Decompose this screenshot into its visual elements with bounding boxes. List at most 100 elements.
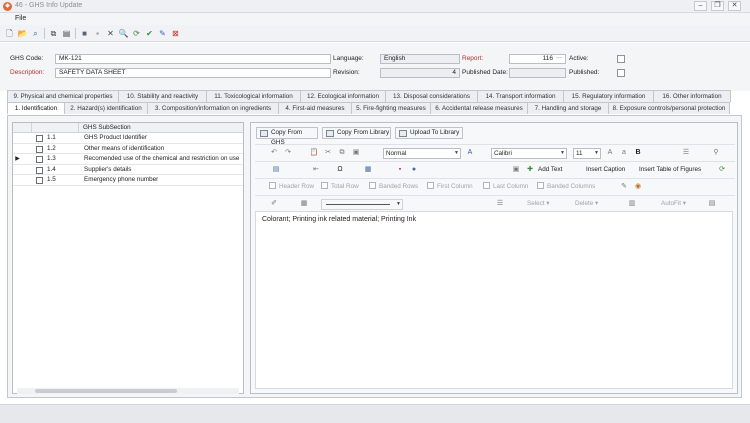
bookmark-icon[interactable]: ▣: [511, 164, 521, 176]
language-field[interactable]: English: [380, 54, 460, 64]
tab-accidental-release[interactable]: 6. Accidental release measures: [430, 102, 528, 114]
tab-exposure-controls[interactable]: 8. Exposure controls/personal protection: [608, 102, 730, 114]
shrink-font-icon[interactable]: a: [619, 147, 629, 159]
total-row-option[interactable]: Total Row: [321, 181, 359, 193]
tab-identification[interactable]: 1. Identification: [7, 102, 65, 114]
copy-icon[interactable]: ⧉: [48, 28, 59, 39]
revision-field[interactable]: 4: [380, 68, 460, 78]
grid-row-icon[interactable]: [36, 166, 43, 174]
scrollbar-thumb[interactable]: [35, 389, 177, 393]
tab-ecological[interactable]: 12. Ecological information: [300, 90, 386, 102]
copy-from-ghs-button[interactable]: Copy From GHS: [256, 127, 318, 146]
grow-font-icon[interactable]: A: [605, 147, 615, 159]
table-styles-icon[interactable]: ✎: [619, 181, 629, 193]
merge-cells-icon[interactable]: ▥: [627, 198, 637, 210]
tab-physical-chemical[interactable]: 9. Physical and chemical properties: [7, 90, 119, 102]
editor-content-area[interactable]: Colorant; Printing ink related material;…: [255, 211, 733, 389]
banded-rows-option[interactable]: Banded Rows: [369, 181, 418, 193]
table-row[interactable]: 1.1 GHS Product Identifier: [13, 133, 243, 144]
horizontal-scrollbar[interactable]: [17, 388, 239, 394]
save-all-icon[interactable]: ▪: [92, 28, 103, 39]
grid-row-icon[interactable]: [36, 135, 43, 142]
add-text-icon[interactable]: ✚: [525, 164, 535, 176]
insert-caption-button[interactable]: Insert Caption: [586, 164, 625, 176]
tab-composition[interactable]: 3. Composition/information on ingredient…: [147, 102, 279, 114]
pen-color-icon[interactable]: ✐: [269, 198, 279, 210]
grid-column-header[interactable]: GHS SubSection: [83, 124, 131, 131]
open-folder-icon[interactable]: 📂: [17, 28, 28, 39]
tab-regulatory[interactable]: 15. Regulatory information: [563, 90, 654, 102]
borders-icon[interactable]: ▦: [299, 198, 309, 210]
change-styles-icon[interactable]: A: [465, 147, 475, 159]
add-text-button[interactable]: Add Text: [538, 164, 562, 176]
paste-icon[interactable]: 📋: [309, 147, 319, 159]
redo-icon[interactable]: ↷: [283, 147, 293, 159]
tab-transport[interactable]: 14. Transport information: [477, 90, 564, 102]
tab-stability[interactable]: 10. Stability and reactivity: [118, 90, 207, 102]
menu-file[interactable]: File: [15, 15, 26, 22]
first-column-option[interactable]: First Column: [427, 181, 473, 193]
tab-disposal[interactable]: 13. Disposal considerations: [385, 90, 478, 102]
cut-icon[interactable]: ✂: [323, 147, 333, 159]
copy-from-library-button[interactable]: Copy From Library: [322, 127, 391, 139]
edit-icon[interactable]: ✎: [157, 28, 168, 39]
line-style-dropdown[interactable]: ▼: [321, 199, 403, 210]
preview-icon[interactable]: 🔍: [118, 28, 129, 39]
insert-picture-icon[interactable]: ▪: [395, 164, 405, 176]
notes-icon[interactable]: ▤: [61, 28, 72, 39]
save-icon[interactable]: ■: [79, 28, 90, 39]
last-column-option[interactable]: Last Column: [483, 181, 528, 193]
copy-format-icon[interactable]: ⧉: [337, 147, 347, 159]
ghs-code-field[interactable]: MK-121: [55, 54, 331, 64]
tab-first-aid[interactable]: 4. First-aid measures: [278, 102, 352, 114]
style-dropdown[interactable]: Normal ▼: [383, 148, 461, 159]
shading-icon[interactable]: ◉: [633, 181, 643, 193]
exit-icon[interactable]: ⊠: [170, 28, 181, 39]
bullets-icon[interactable]: ☰: [681, 147, 691, 159]
paste-special-icon[interactable]: ▣: [351, 147, 361, 159]
insert-table-icon[interactable]: ▦: [363, 164, 373, 176]
select-dropdown[interactable]: Select ▾: [527, 198, 549, 210]
table-row[interactable]: 1.5 Emergency phone number: [13, 175, 243, 186]
minimize-icon[interactable]: –: [694, 1, 707, 11]
tab-hazard-identification[interactable]: 2. Hazard(s) identification: [64, 102, 148, 114]
delete-dropdown[interactable]: Delete ▾: [575, 198, 598, 210]
bold-icon[interactable]: B: [633, 147, 643, 159]
tab-other-information[interactable]: 16. Other information: [653, 90, 731, 102]
font-dropdown[interactable]: Calibri ▼: [491, 148, 567, 159]
active-checkbox[interactable]: [617, 55, 625, 63]
find-icon[interactable]: ⌕: [30, 28, 41, 39]
find-replace-icon[interactable]: ⚲: [711, 147, 721, 159]
content-paragraph[interactable]: Colorant; Printing ink related material;…: [262, 216, 416, 223]
undo-icon[interactable]: ↶: [269, 147, 279, 159]
outdent-icon[interactable]: ⇤: [311, 164, 321, 176]
refresh-icon[interactable]: ⟳: [131, 28, 142, 39]
grid-row-icon[interactable]: [36, 156, 43, 163]
published-date-field[interactable]: [509, 68, 566, 78]
hyperlink-icon[interactable]: ●: [409, 164, 419, 176]
font-size-dropdown[interactable]: 11 ▼: [573, 148, 601, 159]
insert-table-of-figures-button[interactable]: Insert Table of Figures: [639, 164, 701, 176]
upload-to-library-button[interactable]: Upload To Library: [395, 127, 463, 139]
banded-columns-option[interactable]: Banded Columns: [537, 181, 595, 193]
autofit-dropdown[interactable]: AutoFit ▾: [661, 198, 686, 210]
header-row-option[interactable]: Header Row: [269, 181, 314, 193]
cell-margins-icon[interactable]: ▤: [707, 198, 717, 210]
grid-row-icon[interactable]: [36, 177, 43, 184]
published-checkbox[interactable]: [617, 69, 625, 77]
tab-toxicological[interactable]: 11. Toxicological information: [206, 90, 301, 102]
update-table-icon[interactable]: ⟳: [717, 164, 727, 176]
grid-row-icon[interactable]: [36, 145, 43, 153]
report-lookup-button[interactable]: ···: [556, 55, 562, 61]
table-row-selected[interactable]: ▶ 1.3 Recomended use of the chemical and…: [13, 154, 243, 165]
symbol-icon[interactable]: Ω: [335, 164, 345, 176]
table-row[interactable]: 1.4 Supplier's details: [13, 165, 243, 175]
properties-icon[interactable]: ☰: [495, 198, 505, 210]
table-row[interactable]: 1.2 Other means of identification: [13, 144, 243, 154]
delete-icon[interactable]: ✕: [105, 28, 116, 39]
text-box-icon[interactable]: ▤: [271, 164, 281, 176]
restore-icon[interactable]: ❐: [711, 1, 724, 11]
new-icon[interactable]: 🗋: [4, 28, 15, 39]
close-window-icon[interactable]: ✕: [728, 1, 741, 11]
tab-fire-fighting[interactable]: 5. Fire-fighting measures: [351, 102, 431, 114]
